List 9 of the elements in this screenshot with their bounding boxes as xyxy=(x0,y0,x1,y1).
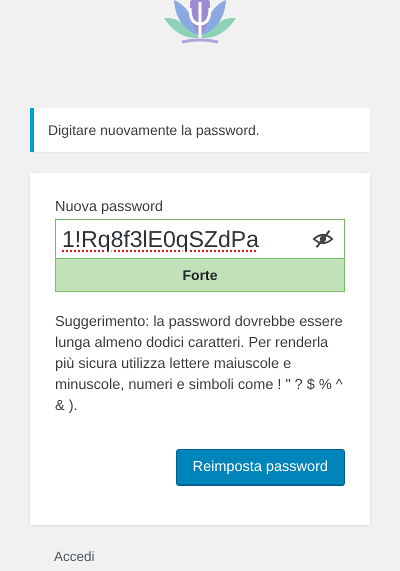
password-field[interactable]: 1!Rq8f3lE0qSZdPa xyxy=(55,219,345,259)
login-link[interactable]: Accedi xyxy=(54,549,95,564)
notice-text: Digitare nuovamente la password. xyxy=(48,122,260,138)
password-hint: Suggerimento: la password dovrebbe essere lunga almeno dodici caratteri. Per renderla più sicura utilizza lettere maiuscole e minuscole, numeri e simboli come ! " ? $ % ^ & ). xyxy=(55,313,344,416)
reset-password-button[interactable]: Reimposta password xyxy=(176,449,345,485)
strength-meter: Forte xyxy=(55,259,345,292)
field-label: Nuova password xyxy=(55,199,164,215)
password-value: 1!Rq8f3lE0qSZdPa xyxy=(62,226,259,252)
eye-slash-icon[interactable] xyxy=(312,228,334,250)
